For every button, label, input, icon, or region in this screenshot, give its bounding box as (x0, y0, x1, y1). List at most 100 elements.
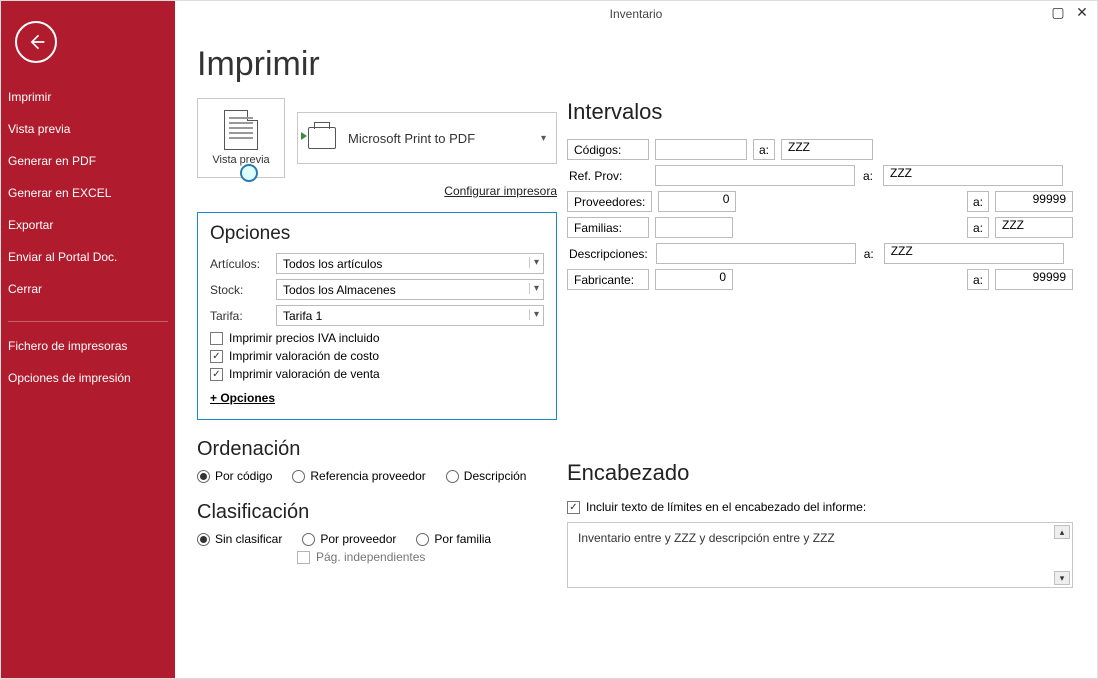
checkbox-incluir-limites[interactable]: ✓ Incluir texto de límites en el encabeza… (567, 500, 1073, 514)
printer-select[interactable]: Microsoft Print to PDF ▾ (297, 112, 557, 164)
sidebar-item-cerrar[interactable]: Cerrar (1, 273, 175, 305)
intervalos-title: Intervalos (567, 99, 1073, 125)
radio-por-familia-label: Por familia (434, 532, 491, 546)
sidebar: Imprimir Vista previa Generar en PDF Gen… (1, 1, 175, 678)
radio-por-codigo[interactable]: Por código (197, 469, 272, 483)
tarifa-value: Tarifa 1 (283, 309, 322, 323)
arrow-left-icon (26, 32, 46, 52)
chevron-down-icon: ▾ (529, 309, 539, 320)
radio-por-proveedor-label: Por proveedor (320, 532, 396, 546)
checkbox-icon: ✓ (567, 501, 580, 514)
codigos-from-input[interactable] (655, 139, 747, 160)
radio-descripcion[interactable]: Descripción (446, 469, 527, 483)
back-button[interactable] (15, 21, 57, 63)
chevron-down-icon: ▾ (541, 133, 546, 144)
sidebar-item-vista-previa[interactable]: Vista previa (1, 113, 175, 145)
chevron-down-icon: ▾ (529, 283, 539, 294)
checkbox-costo-label: Imprimir valoración de costo (229, 349, 379, 363)
checkbox-venta-label: Imprimir valoración de venta (229, 367, 380, 381)
sidebar-item-fichero[interactable]: Fichero de impresoras (1, 330, 175, 362)
vista-previa-button[interactable]: Vista previa (197, 98, 285, 178)
sidebar-item-excel[interactable]: Generar en EXCEL (1, 177, 175, 209)
proveedores-from-input[interactable]: 0 (658, 191, 736, 212)
document-icon (224, 110, 258, 150)
checkbox-pag-indep-label: Pág. independientes (316, 550, 425, 564)
printer-name: Microsoft Print to PDF (348, 131, 475, 146)
checkbox-iva[interactable]: Imprimir precios IVA incluido (210, 331, 544, 345)
a-label: a: (967, 191, 989, 212)
checkbox-icon (297, 551, 310, 564)
articulos-select[interactable]: Todos los artículos ▾ (276, 253, 544, 274)
encabezado-title: Encabezado (567, 460, 1073, 486)
a-label: a: (967, 269, 989, 290)
a-label: a: (967, 217, 989, 238)
checkbox-venta[interactable]: ✓ Imprimir valoración de venta (210, 367, 544, 381)
radio-icon (292, 470, 305, 483)
checkbox-icon: ✓ (210, 350, 223, 363)
sidebar-item-opciones[interactable]: Opciones de impresión (1, 362, 175, 394)
window-title: Inventario (175, 1, 1097, 27)
radio-descripcion-label: Descripción (464, 469, 527, 483)
radio-icon (446, 470, 459, 483)
vista-previa-label: Vista previa (212, 154, 269, 166)
radio-por-proveedor[interactable]: Por proveedor (302, 532, 396, 546)
encabezado-textarea[interactable]: Inventario entre y ZZZ y descripción ent… (567, 522, 1073, 588)
refprov-label: Ref. Prov: (567, 169, 649, 183)
printer-icon (308, 127, 336, 149)
checkbox-icon: ✓ (210, 368, 223, 381)
window-maximize-button[interactable]: ▢ (1051, 5, 1065, 19)
tarifa-select[interactable]: Tarifa 1 ▾ (276, 305, 544, 326)
radio-icon (416, 533, 429, 546)
main-area: Inventario ▢ ✕ Imprimir Vista previa Mic… (175, 1, 1097, 678)
sidebar-separator (8, 321, 168, 322)
chevron-down-icon: ▾ (529, 257, 539, 268)
codigos-to-input[interactable]: ZZZ (781, 139, 873, 160)
descripciones-from-input[interactable] (656, 243, 856, 264)
radio-sin-clasificar[interactable]: Sin clasificar (197, 532, 282, 546)
fabricante-label: Fabricante: (567, 269, 649, 290)
familias-to-input[interactable]: ZZZ (995, 217, 1073, 238)
opciones-title: Opciones (210, 223, 544, 245)
scroll-up-button[interactable]: ▴ (1054, 525, 1070, 539)
sidebar-item-pdf[interactable]: Generar en PDF (1, 145, 175, 177)
window-close-button[interactable]: ✕ (1075, 5, 1089, 19)
more-options-link[interactable]: + Opciones (210, 391, 275, 405)
familias-from-input[interactable] (655, 217, 733, 238)
checkbox-icon (210, 332, 223, 345)
configure-printer-link[interactable]: Configurar impresora (197, 184, 557, 198)
fabricante-from-input[interactable]: 0 (655, 269, 733, 290)
descripciones-to-input[interactable]: ZZZ (884, 243, 1064, 264)
a-label: a: (861, 169, 877, 183)
refprov-from-input[interactable] (655, 165, 855, 186)
checkbox-pag-indep[interactable]: Pág. independientes (297, 550, 557, 564)
radio-icon (197, 533, 210, 546)
radio-icon (302, 533, 315, 546)
page-title: Imprimir (197, 45, 557, 84)
stock-label: Stock: (210, 283, 270, 297)
magnifier-icon (240, 164, 258, 182)
ordenacion-title: Ordenación (197, 438, 557, 461)
radio-por-familia[interactable]: Por familia (416, 532, 491, 546)
articulos-label: Artículos: (210, 257, 270, 271)
a-label: a: (753, 139, 775, 160)
radio-icon (197, 470, 210, 483)
articulos-value: Todos los artículos (283, 257, 382, 271)
descripciones-label: Descripciones: (567, 247, 650, 261)
sidebar-item-imprimir[interactable]: Imprimir (1, 81, 175, 113)
radio-ref-proveedor[interactable]: Referencia proveedor (292, 469, 425, 483)
scroll-down-button[interactable]: ▾ (1054, 571, 1070, 585)
sidebar-item-portal[interactable]: Enviar al Portal Doc. (1, 241, 175, 273)
opciones-panel: Opciones Artículos: Todos los artículos ▾… (197, 212, 557, 420)
radio-sin-clasificar-label: Sin clasificar (215, 532, 282, 546)
encabezado-text: Inventario entre y ZZZ y descripción ent… (578, 531, 835, 545)
refprov-to-input[interactable]: ZZZ (883, 165, 1063, 186)
a-label: a: (862, 247, 878, 261)
checkbox-costo[interactable]: ✓ Imprimir valoración de costo (210, 349, 544, 363)
radio-por-codigo-label: Por código (215, 469, 272, 483)
sidebar-item-exportar[interactable]: Exportar (1, 209, 175, 241)
checkbox-incluir-limites-label: Incluir texto de límites en el encabezad… (586, 500, 866, 514)
stock-value: Todos los Almacenes (283, 283, 396, 297)
proveedores-to-input[interactable]: 99999 (995, 191, 1073, 212)
fabricante-to-input[interactable]: 99999 (995, 269, 1073, 290)
stock-select[interactable]: Todos los Almacenes ▾ (276, 279, 544, 300)
